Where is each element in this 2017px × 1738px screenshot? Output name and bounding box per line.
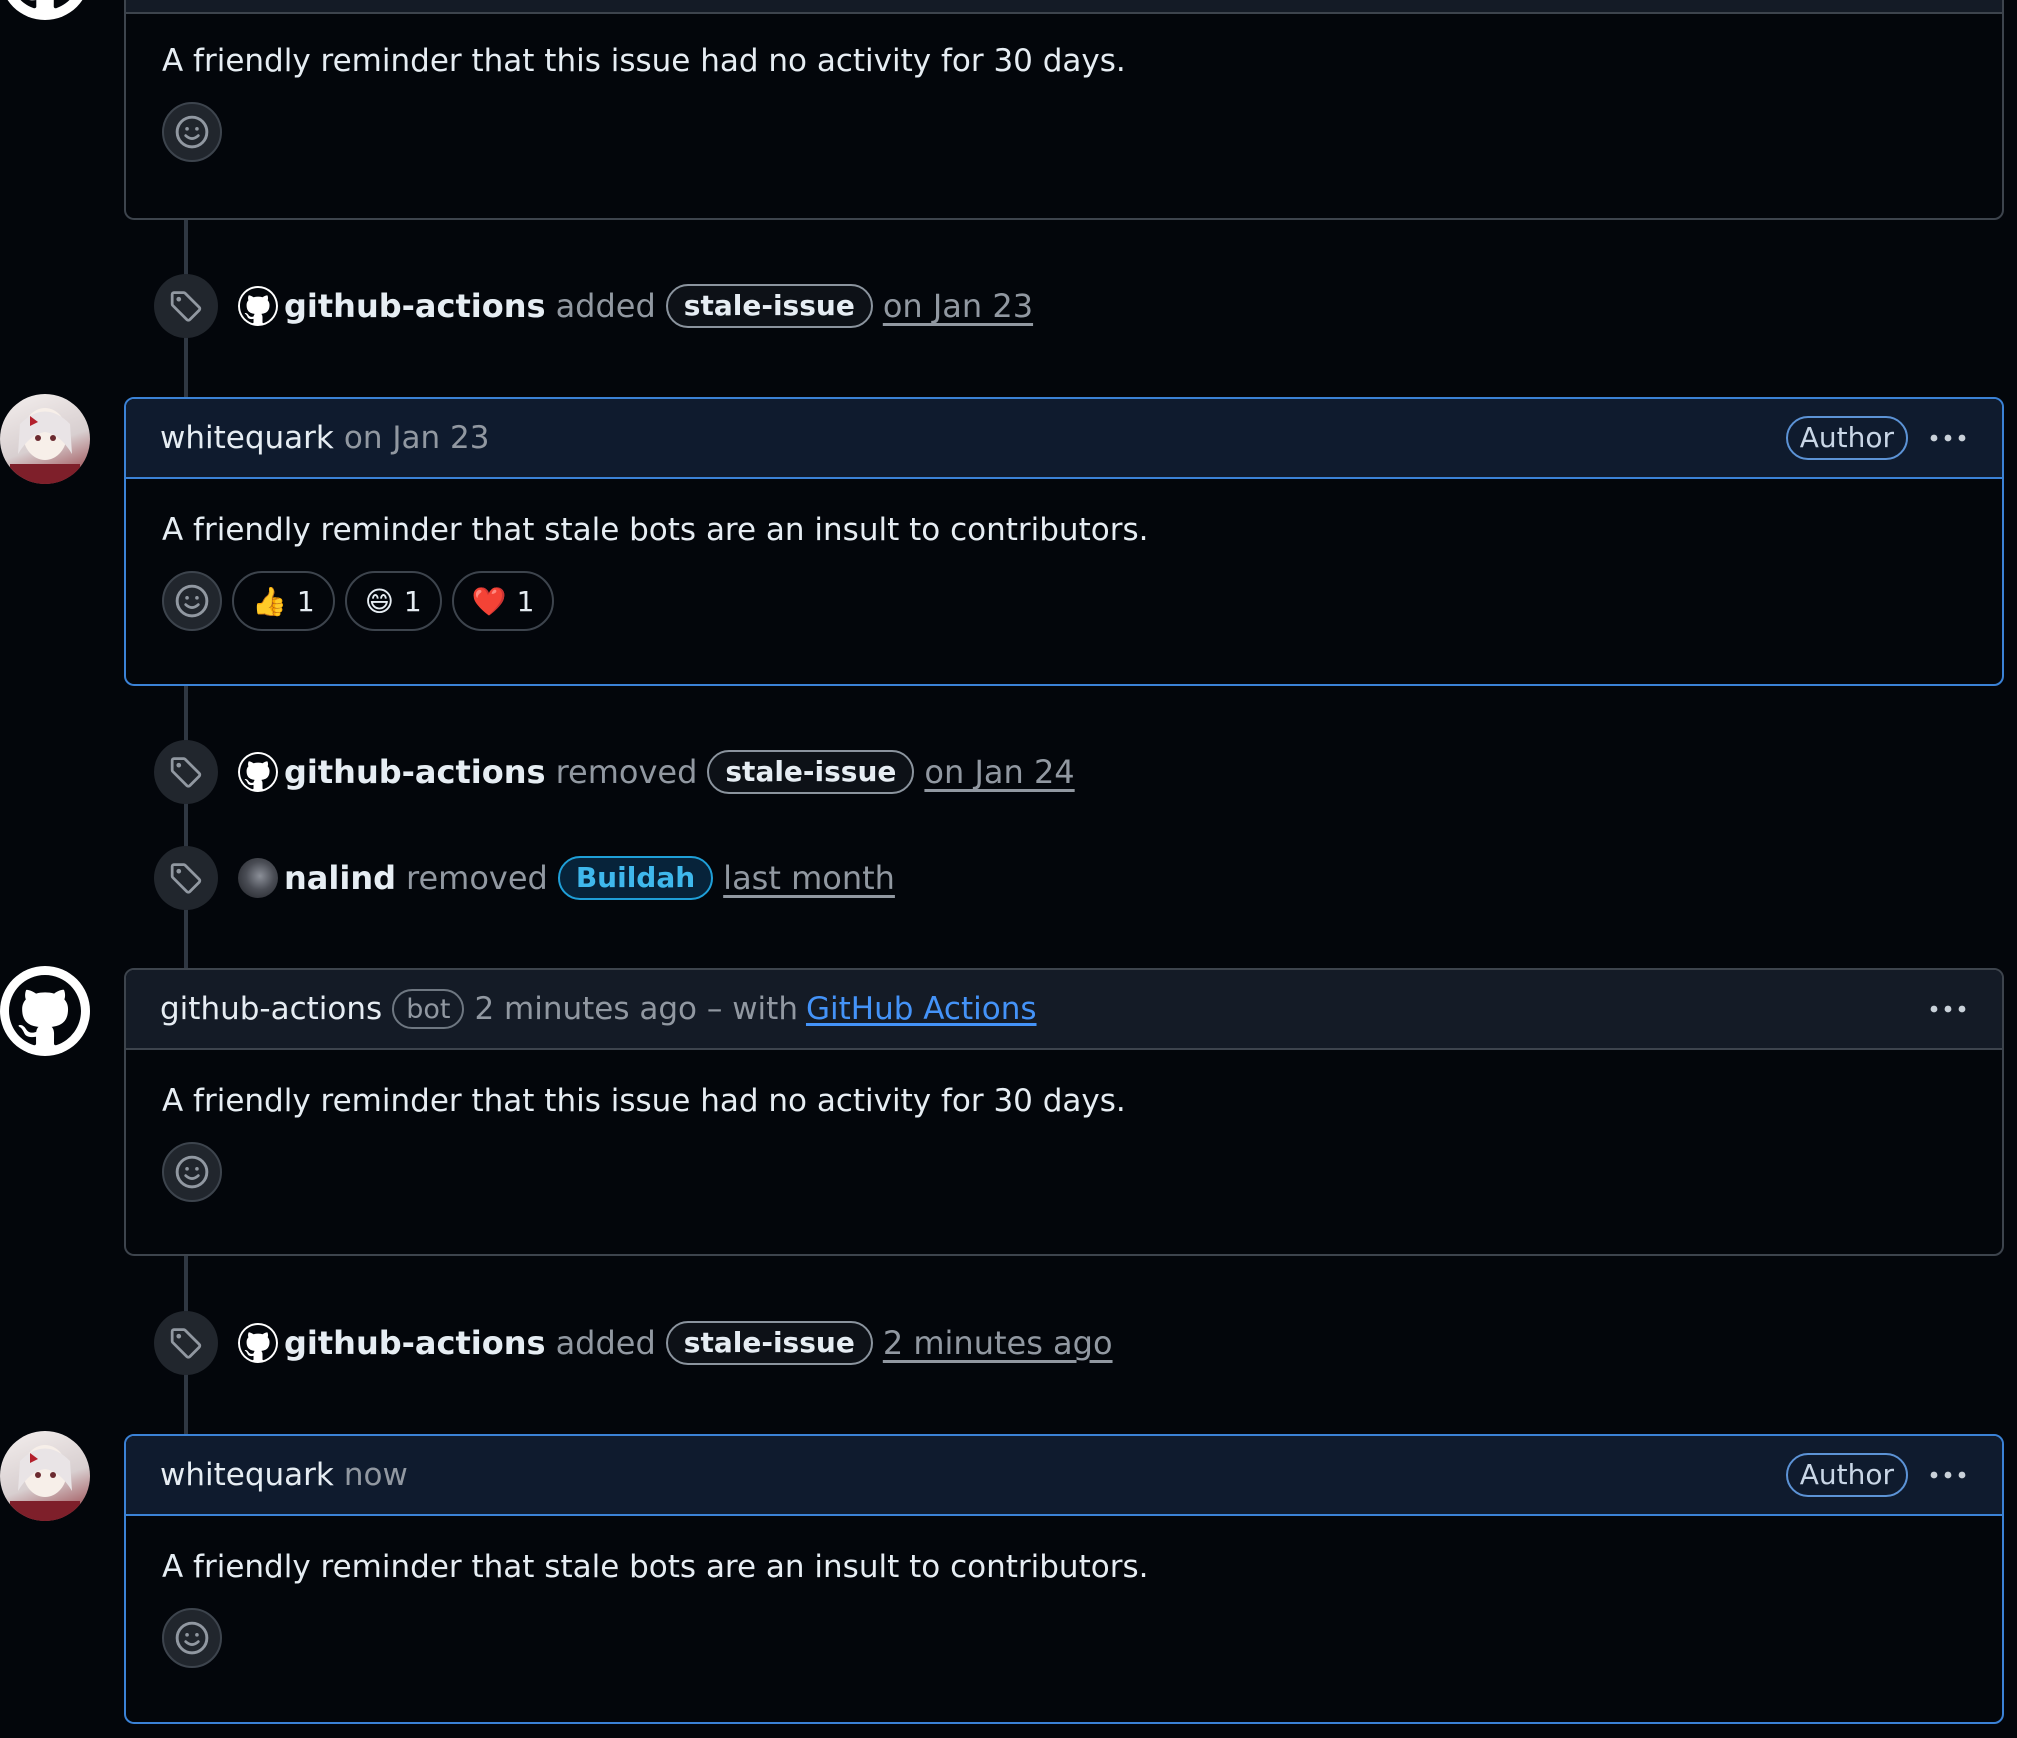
kebab-horizontal-icon (1930, 434, 1966, 442)
tag-icon (154, 274, 218, 338)
thumbs-up-icon: 👍 (252, 584, 287, 618)
event-actor-link[interactable]: nalind (284, 859, 396, 897)
smiley-icon (175, 1155, 209, 1189)
event-timestamp-link[interactable]: 2 minutes ago (883, 1324, 1113, 1362)
github-logo-icon (20, 0, 70, 9)
comment-header (126, 0, 2002, 14)
event-actor-link[interactable]: github-actions (284, 287, 546, 325)
github-actions-app-link[interactable]: GitHub Actions (806, 991, 1037, 1027)
add-reaction-button[interactable] (162, 1142, 222, 1202)
reaction-thumbs-up-button[interactable]: 👍 1 (232, 571, 335, 631)
add-reaction-button[interactable] (162, 571, 222, 631)
tag-icon (154, 740, 218, 804)
event-actor-link[interactable]: github-actions (284, 1324, 546, 1362)
comment-body: A friendly reminder that this issue had … (126, 1050, 2002, 1236)
comment-body: A friendly reminder that stale bots are … (126, 1516, 2002, 1702)
comment-card: whitequark on Jan 23 Author A friendly r… (124, 397, 2004, 686)
event-timestamp-link[interactable]: on Jan 24 (924, 753, 1074, 791)
kebab-horizontal-icon (1930, 1005, 1966, 1013)
reaction-count: 1 (403, 584, 422, 618)
author-badge: Author (1785, 416, 1908, 460)
comment-author-link[interactable]: whitequark (160, 420, 334, 456)
comment-header: whitequark on Jan 23 Author (126, 399, 2002, 479)
bot-badge: bot (392, 989, 465, 1029)
reaction-count: 1 (516, 584, 535, 618)
event-verb: removed (555, 753, 698, 791)
comment-header: whitequark now Author (126, 1436, 2002, 1516)
comment-body: A friendly reminder that this issue had … (126, 14, 2002, 196)
label-stale-issue[interactable]: stale-issue (665, 284, 873, 328)
comment-author-link[interactable]: whitequark (160, 1457, 334, 1493)
reactions-bar (162, 1142, 1966, 1202)
comment-options-button[interactable] (1928, 989, 1968, 1029)
comment-options-button[interactable] (1928, 418, 1968, 458)
comment-text: A friendly reminder that stale bots are … (162, 512, 1149, 548)
github-logo-icon[interactable] (238, 752, 278, 792)
heart-icon: ❤️ (471, 584, 507, 618)
github-logo-icon[interactable] (238, 286, 278, 326)
comment-author-link[interactable]: github-actions (160, 991, 382, 1027)
reaction-count: 1 (296, 584, 315, 618)
reaction-laugh-button[interactable]: 😄 1 (344, 571, 442, 631)
event-actor-link[interactable]: github-actions (284, 753, 546, 791)
label-buildah[interactable]: Buildah (557, 856, 714, 900)
tag-icon (154, 1311, 218, 1375)
github-logo-icon (9, 975, 81, 1046)
comment-card: whitequark now Author A friendly reminde… (124, 1434, 2004, 1724)
reaction-heart-button[interactable]: ❤️ 1 (451, 571, 555, 631)
label-stale-issue[interactable]: stale-issue (665, 1321, 873, 1365)
timeline-line (184, 686, 188, 970)
comment-header: github-actions bot 2 minutes ago – with … (126, 970, 2002, 1050)
comment-text: A friendly reminder that this issue had … (162, 43, 1126, 79)
event-verb: added (555, 1324, 656, 1362)
avatar-github-actions[interactable] (0, 966, 90, 1056)
event-verb: removed (406, 859, 548, 897)
comment-text: A friendly reminder that this issue had … (162, 1083, 1126, 1119)
avatar-whitequark[interactable] (0, 1431, 90, 1521)
event-timestamp-link[interactable]: on Jan 23 (883, 287, 1033, 325)
reactions-bar: 👍 1 😄 1 ❤️ 1 (162, 571, 1966, 631)
timeline-event: github-actions removed stale-issue on Ja… (154, 740, 1075, 804)
avatar-whitequark[interactable] (0, 394, 90, 484)
smiley-icon (175, 115, 209, 149)
comment-timestamp-link[interactable]: now (344, 1457, 408, 1493)
avatar-nalind[interactable] (238, 858, 278, 898)
add-reaction-button[interactable] (162, 102, 222, 162)
comment-timestamp-link[interactable]: 2 minutes ago – with (474, 991, 798, 1027)
avatar-image (10, 1445, 80, 1521)
comment-card: A friendly reminder that this issue had … (124, 0, 2004, 220)
timeline-event: nalind removed Buildah last month (154, 846, 895, 910)
avatar-github-actions[interactable] (0, 0, 90, 20)
comment-text: A friendly reminder that stale bots are … (162, 1549, 1149, 1585)
smiley-icon (175, 1621, 209, 1655)
event-verb: added (555, 287, 656, 325)
comment-options-button[interactable] (1928, 1455, 1968, 1495)
reactions-bar (162, 1608, 1966, 1668)
comment-body: A friendly reminder that stale bots are … (126, 479, 2002, 665)
avatar-image (10, 408, 80, 484)
laugh-icon: 😄 (364, 584, 394, 618)
comment-timestamp-link[interactable]: on Jan 23 (344, 420, 490, 456)
timeline-event: github-actions added stale-issue on Jan … (154, 274, 1033, 338)
author-badge: Author (1785, 1453, 1908, 1497)
event-timestamp-link[interactable]: last month (723, 859, 895, 897)
tag-icon (154, 846, 218, 910)
smiley-icon (175, 584, 209, 618)
reactions-bar (162, 102, 1966, 162)
timeline-event: github-actions added stale-issue 2 minut… (154, 1311, 1113, 1375)
kebab-horizontal-icon (1930, 1471, 1966, 1479)
add-reaction-button[interactable] (162, 1608, 222, 1668)
comment-card: github-actions bot 2 minutes ago – with … (124, 968, 2004, 1256)
github-logo-icon[interactable] (238, 1323, 278, 1363)
label-stale-issue[interactable]: stale-issue (707, 750, 915, 794)
issue-timeline: A friendly reminder that this issue had … (0, 0, 2017, 1738)
